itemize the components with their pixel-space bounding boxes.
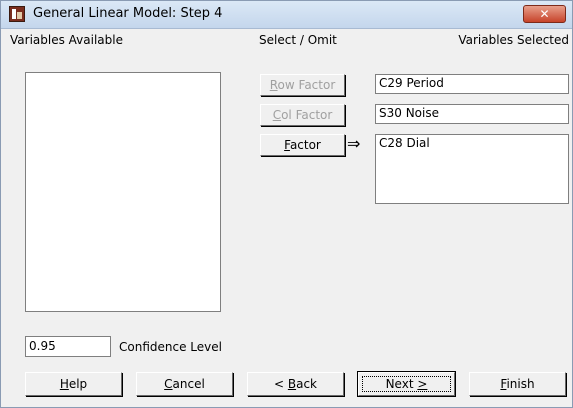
finish-button[interactable]: Finish (469, 372, 566, 396)
row-factor-value: C29 Period (379, 76, 444, 90)
window-title: General Linear Model: Step 4 (33, 6, 223, 21)
col-factor-value: S30 Noise (379, 106, 439, 120)
dialog-window: General Linear Model: Step 4 ✕ Variables… (0, 0, 573, 408)
col-factor-field[interactable]: S30 Noise (375, 104, 569, 124)
row-factor-field[interactable]: C29 Period (375, 74, 569, 94)
list-item[interactable]: C28 Dial (379, 136, 565, 150)
move-arrow-icon: ⇒ (347, 134, 361, 153)
back-accel: B (287, 377, 297, 391)
col-factor-label: ol Factor (281, 108, 333, 122)
factor-button[interactable]: Factor (260, 134, 345, 156)
back-button[interactable]: < Back (247, 372, 344, 396)
confidence-level-label: Confidence Level (119, 340, 222, 354)
col-factor-accel: C (272, 108, 282, 122)
select-omit-label: Select / Omit (259, 33, 337, 47)
row-factor-button[interactable]: Row Factor (260, 74, 345, 96)
help-button[interactable]: Help (25, 372, 122, 396)
focus-rectangle (362, 376, 451, 392)
cancel-accel: C (164, 377, 173, 391)
title-bar[interactable]: General Linear Model: Step 4 ✕ (1, 1, 572, 29)
confidence-input[interactable]: 0.95 (25, 336, 111, 357)
variables-available-list[interactable] (25, 72, 221, 312)
finish-label: inish (506, 377, 535, 391)
variables-available-label: Variables Available (10, 33, 123, 47)
next-button[interactable]: Next > (357, 371, 456, 397)
close-icon: ✕ (539, 7, 550, 21)
cancel-label: ancel (172, 377, 205, 391)
help-accel: H (59, 377, 69, 391)
variables-selected-label: Variables Selected (458, 33, 569, 47)
help-label: elp (68, 377, 88, 391)
back-label: ack (296, 377, 317, 391)
factor-list[interactable]: C28 Dial (375, 134, 569, 204)
col-factor-button[interactable]: Col Factor (260, 104, 345, 126)
back-prefix: < (273, 377, 288, 391)
app-icon (9, 6, 25, 22)
confidence-value: 0.95 (29, 339, 56, 353)
row-factor-accel: R (269, 78, 278, 92)
row-factor-label: ow Factor (277, 78, 336, 92)
close-button[interactable]: ✕ (523, 5, 566, 23)
cancel-button[interactable]: Cancel (136, 372, 233, 396)
factor-label: actor (289, 138, 321, 152)
